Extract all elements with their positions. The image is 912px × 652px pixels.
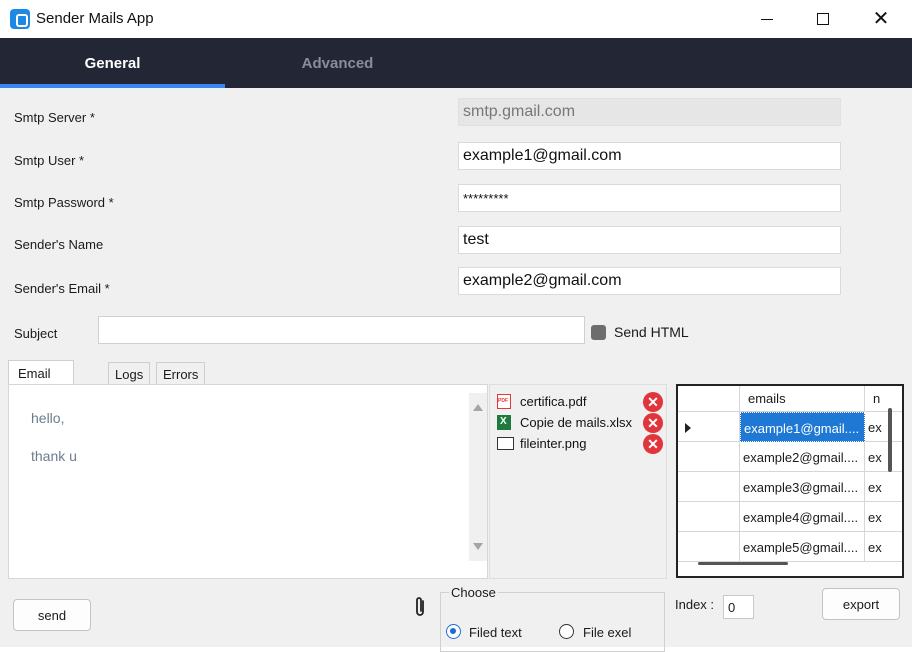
row-header[interactable]: [678, 532, 740, 562]
grid-horizontal-scrollbar[interactable]: [698, 562, 788, 565]
row-header[interactable]: [678, 502, 740, 532]
excel-icon: [497, 415, 511, 430]
email-content-editor[interactable]: hello, thank u: [8, 384, 488, 579]
email-line: thank u: [31, 448, 77, 464]
grid-cell[interactable]: ex: [865, 502, 902, 532]
attachment-item: Copie de mails.xlsx ✕: [495, 413, 663, 433]
send-html-checkbox[interactable]: [591, 325, 606, 340]
grid-cell[interactable]: ex: [865, 442, 902, 472]
grid-cell[interactable]: ex: [865, 412, 902, 442]
title-bar: Sender Mails App ✕: [0, 0, 912, 38]
close-button[interactable]: ✕: [858, 0, 904, 38]
remove-attachment-icon[interactable]: ✕: [643, 413, 663, 433]
send-html-label[interactable]: Send HTML: [614, 324, 689, 340]
paperclip-icon[interactable]: [412, 595, 428, 619]
scroll-down-icon[interactable]: [473, 543, 483, 550]
smtp-user-field[interactable]: example1@gmail.com: [458, 142, 841, 170]
pdf-icon: [497, 394, 511, 409]
close-icon: ✕: [872, 8, 890, 30]
minimize-icon: [761, 18, 773, 20]
sender-email-field[interactable]: example2@gmail.com: [458, 267, 841, 295]
emails-grid[interactable]: emails n example1@gmail.... ex example2@…: [676, 384, 904, 578]
tab-advanced[interactable]: Advanced: [225, 38, 450, 88]
attachment-name: Copie de mails.xlsx: [520, 415, 632, 430]
tab-email-content[interactable]: Email Content: [8, 360, 74, 396]
filed-text-label[interactable]: Filed text: [469, 625, 522, 640]
attachment-item: certifica.pdf ✕: [495, 392, 663, 412]
grid-cell[interactable]: example5@gmail....: [740, 532, 865, 562]
sender-email-label: Sender's Email *: [14, 281, 110, 296]
tab-logs[interactable]: Logs: [108, 362, 151, 384]
tab-errors[interactable]: Errors: [156, 362, 206, 384]
attachment-name: fileinter.png: [520, 436, 587, 451]
grid-cell[interactable]: ex: [865, 532, 902, 562]
file-exel-label[interactable]: File exel: [583, 625, 631, 640]
smtp-user-label: Smtp User *: [14, 153, 85, 168]
minimize-button[interactable]: [744, 0, 790, 38]
grid-cell[interactable]: example4@gmail....: [740, 502, 865, 532]
source-options-group: Choose Filed text File exel: [440, 585, 665, 652]
sender-name-label: Sender's Name: [14, 237, 104, 252]
attachments-list: certifica.pdf ✕ Copie de mails.xlsx ✕ fi…: [489, 384, 667, 579]
subject-label: Subject: [14, 326, 58, 341]
sender-name-field[interactable]: test: [458, 226, 841, 254]
smtp-password-field[interactable]: *********: [458, 184, 841, 212]
row-header[interactable]: [678, 472, 740, 502]
row-header[interactable]: [678, 412, 740, 442]
scroll-up-icon[interactable]: [473, 404, 483, 411]
file-exel-radio[interactable]: [559, 624, 574, 639]
tab-general[interactable]: General: [0, 38, 225, 88]
subject-input[interactable]: [98, 316, 585, 344]
grid-cell[interactable]: example1@gmail....: [740, 412, 865, 442]
editor-scrollbar[interactable]: [469, 393, 487, 561]
general-panel: Smtp Server * smtp.gmail.com Smtp User *…: [0, 88, 912, 652]
maximize-button[interactable]: [800, 0, 846, 38]
attachment-name: certifica.pdf: [520, 394, 587, 409]
grid-cell[interactable]: ex: [865, 472, 902, 502]
grid-vertical-scrollbar[interactable]: [888, 408, 892, 472]
index-label: Index :: [675, 597, 715, 612]
email-line: hello,: [31, 410, 65, 426]
column-header-n[interactable]: n: [865, 386, 902, 412]
window-title: Sender Mails App: [36, 10, 154, 27]
choose-label: Choose: [449, 585, 498, 600]
smtp-server-label: Smtp Server *: [14, 110, 95, 125]
grid-cell[interactable]: example3@gmail....: [740, 472, 865, 502]
index-input[interactable]: 0: [723, 595, 754, 619]
maximize-icon: [817, 13, 829, 25]
email-body[interactable]: hello, thank u: [31, 399, 77, 475]
remove-attachment-icon[interactable]: ✕: [643, 392, 663, 412]
remove-attachment-icon[interactable]: ✕: [643, 434, 663, 454]
filed-text-radio[interactable]: [446, 624, 461, 639]
smtp-server-field[interactable]: smtp.gmail.com: [458, 98, 841, 126]
smtp-password-label: Smtp Password *: [14, 195, 114, 210]
export-button[interactable]: export: [822, 588, 900, 620]
current-row-icon: [685, 423, 691, 433]
attachment-item: fileinter.png ✕: [495, 434, 663, 454]
grid-cell[interactable]: example2@gmail....: [740, 442, 865, 472]
main-tabbar: General Advanced: [0, 38, 912, 88]
app-icon: [10, 9, 30, 29]
column-header-emails[interactable]: emails: [740, 386, 865, 412]
send-button[interactable]: send: [13, 599, 91, 631]
row-header[interactable]: [678, 442, 740, 472]
image-icon: [497, 437, 514, 450]
grid-corner: [678, 386, 740, 412]
